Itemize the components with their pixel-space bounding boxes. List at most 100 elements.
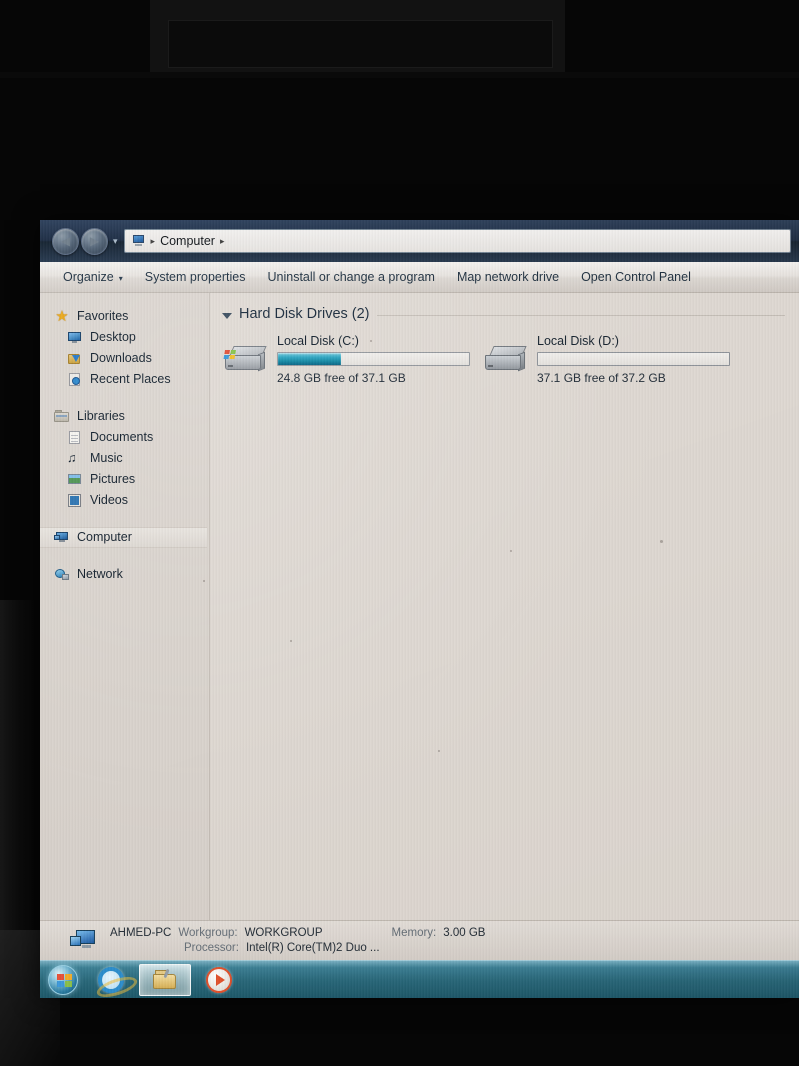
sidebar-label: Pictures xyxy=(90,472,136,487)
system-properties-button[interactable]: System properties xyxy=(134,266,257,288)
memory-value: 3.00 GB xyxy=(443,926,486,939)
address-bar[interactable]: ▸ Computer ▸ xyxy=(123,229,791,253)
map-network-drive-button[interactable]: Map network drive xyxy=(446,266,570,288)
dark-background-shape xyxy=(0,600,34,930)
details-row-2: Processor: Intel(R) Core(TM)2 Duo ... xyxy=(110,941,485,956)
taskbar-button-windows-media-player[interactable] xyxy=(193,964,245,996)
sidebar-item-documents[interactable]: Documents xyxy=(40,427,209,448)
command-toolbar: Organize ▾ System properties Uninstall or… xyxy=(40,262,799,293)
drive-item-c[interactable]: Local Disk (C:) 24.8 GB free of 37.1 GB xyxy=(210,334,470,385)
navigation-buttons: ◀ ▶ ▾ xyxy=(52,227,122,255)
window-title-bar: ◀ ▶ ▾ ▸ Computer ▸ xyxy=(40,220,799,262)
sidebar-item-videos[interactable]: Videos xyxy=(40,490,209,511)
back-arrow-icon: ◀ xyxy=(60,234,71,248)
collapse-triangle-icon[interactable] xyxy=(222,312,232,319)
network-icon xyxy=(54,567,70,582)
taskbar xyxy=(40,960,799,998)
processor-label: Processor: xyxy=(184,941,239,954)
forward-arrow-icon: ▶ xyxy=(89,234,100,248)
chevron-right-icon[interactable]: ▸ xyxy=(151,236,156,247)
details-text: AHMED-PC Workgroup: WORKGROUP Memory: 3.… xyxy=(110,926,485,956)
hard-drive-system-icon xyxy=(223,344,268,378)
window-body: ★ Favorites Desktop Downloads Recent Pla… xyxy=(40,293,799,920)
windows-start-orb-icon xyxy=(48,964,78,995)
sidebar-item-downloads[interactable]: Downloads xyxy=(40,348,209,369)
libraries-icon xyxy=(54,409,70,424)
favorites-group: ★ Favorites Desktop Downloads Recent Pla… xyxy=(40,306,209,390)
drive-list: Local Disk (C:) 24.8 GB free of 37.1 GB xyxy=(210,322,799,385)
pictures-icon xyxy=(67,472,83,487)
sidebar-item-computer[interactable]: Computer xyxy=(40,527,207,548)
organize-button[interactable]: Organize ▾ xyxy=(52,266,134,288)
chevron-right-icon[interactable]: ▸ xyxy=(220,236,225,247)
drive-name: Local Disk (C:) xyxy=(277,334,359,348)
hard-drive-icon xyxy=(484,344,528,378)
taskbar-button-internet-explorer[interactable] xyxy=(85,964,137,996)
dust-speck xyxy=(510,550,512,552)
sidebar-label: Network xyxy=(77,567,123,582)
dust-speck xyxy=(370,340,372,342)
computer-group: Computer xyxy=(40,527,209,548)
open-control-panel-button[interactable]: Open Control Panel xyxy=(570,266,702,288)
sidebar-item-desktop[interactable]: Desktop xyxy=(40,327,209,348)
navigation-pane: ★ Favorites Desktop Downloads Recent Pla… xyxy=(40,293,210,920)
dust-speck xyxy=(660,540,663,543)
folder-icon xyxy=(151,968,179,992)
downloads-icon xyxy=(67,351,83,366)
back-button[interactable]: ◀ xyxy=(52,227,79,255)
sidebar-label: Computer xyxy=(77,530,132,545)
sidebar-item-network[interactable]: Network xyxy=(40,564,209,585)
dark-background-shape xyxy=(168,20,553,68)
sidebar-item-pictures[interactable]: Pictures xyxy=(40,469,209,490)
capacity-bar xyxy=(277,352,470,366)
monitor-screen: ◀ ▶ ▾ ▸ Computer ▸ Organize ▾ System pro… xyxy=(40,220,799,998)
sidebar-label: Recent Places xyxy=(90,372,171,387)
dust-speck xyxy=(290,640,292,642)
music-icon: ♫ xyxy=(67,451,77,465)
dust-speck xyxy=(438,750,440,752)
libraries-group: Libraries Documents ♫ Music Pictures Vid… xyxy=(40,406,209,511)
drive-info: Local Disk (C:) 24.8 GB free of 37.1 GB xyxy=(277,334,470,385)
capacity-bar xyxy=(537,352,730,366)
sidebar-item-favorites[interactable]: ★ Favorites xyxy=(40,306,209,327)
drive-free-space: 37.1 GB free of 37.2 GB xyxy=(537,371,666,385)
documents-icon xyxy=(67,430,83,445)
details-row-1: AHMED-PC Workgroup: WORKGROUP Memory: 3.… xyxy=(110,926,485,941)
computer-name: AHMED-PC xyxy=(110,926,172,939)
forward-button[interactable]: ▶ xyxy=(81,227,108,255)
details-pane: AHMED-PC Workgroup: WORKGROUP Memory: 3.… xyxy=(40,920,799,960)
internet-explorer-icon xyxy=(98,966,124,993)
drive-item-d[interactable]: Local Disk (D:) 37.1 GB free of 37.2 GB xyxy=(470,334,730,385)
drive-free-space: 24.8 GB free of 37.1 GB xyxy=(277,371,406,385)
memory-label: Memory: xyxy=(391,926,437,939)
computer-icon xyxy=(131,234,146,248)
sidebar-label: Favorites xyxy=(77,309,129,324)
recent-pages-chevron-down-icon[interactable]: ▾ xyxy=(113,236,118,247)
workgroup-label: Workgroup: xyxy=(178,926,238,939)
sidebar-item-libraries[interactable]: Libraries xyxy=(40,406,209,427)
hard-disk-drives-group-header[interactable]: Hard Disk Drives (2) xyxy=(210,306,799,322)
dust-speck xyxy=(203,580,205,582)
media-player-icon xyxy=(206,966,232,993)
dark-background-shape xyxy=(0,72,799,78)
uninstall-or-change-program-button[interactable]: Uninstall or change a program xyxy=(256,266,445,288)
sidebar-label: Libraries xyxy=(77,409,125,424)
chevron-down-icon: ▾ xyxy=(118,274,123,283)
sidebar-label: Videos xyxy=(90,493,128,508)
start-button[interactable] xyxy=(43,963,83,997)
group-title: Hard Disk Drives (2) xyxy=(239,306,370,322)
desktop-icon xyxy=(67,330,83,345)
sidebar-label: Downloads xyxy=(90,351,152,366)
drive-name: Local Disk (D:) xyxy=(537,334,619,348)
workgroup-value: WORKGROUP xyxy=(244,926,323,939)
sidebar-label: Music xyxy=(90,451,123,466)
sidebar-label: Desktop xyxy=(90,330,136,345)
star-icon: ★ xyxy=(55,308,69,325)
taskbar-button-windows-explorer[interactable] xyxy=(139,963,191,996)
drive-info: Local Disk (D:) 37.1 GB free of 37.2 GB xyxy=(537,334,730,385)
breadcrumb-computer[interactable]: Computer xyxy=(160,234,215,248)
sidebar-item-music[interactable]: ♫ Music xyxy=(40,448,209,469)
organize-label: Organize xyxy=(63,270,114,284)
recent-places-icon xyxy=(67,372,83,387)
sidebar-item-recent-places[interactable]: Recent Places xyxy=(40,369,209,390)
